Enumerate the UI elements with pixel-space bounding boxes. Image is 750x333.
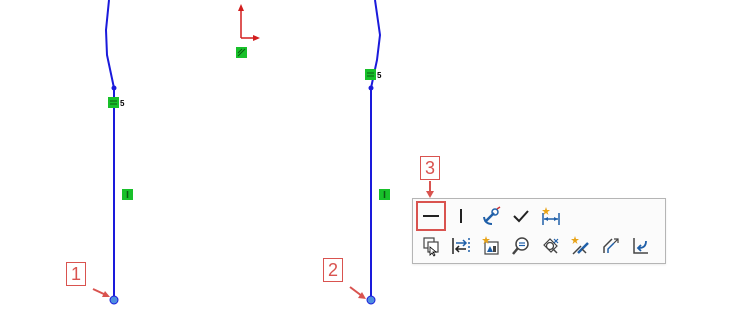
vertical-relation-icon [460,209,462,223]
accept-check-icon [513,210,529,223]
sketch-fillet-icon [571,236,589,255]
sketch-canvas[interactable]: 5 5 [0,0,750,333]
callout-1-label: 1 [70,264,81,284]
callout-1-arrow [92,288,110,297]
zoom-to-selection-button[interactable] [508,233,534,259]
zoom-to-selection-icon [512,237,529,255]
copy-entities-button[interactable] [418,233,444,259]
callout-3-arrow [426,181,434,198]
callout-2: 2 [323,258,343,282]
display-delete-relations-button[interactable] [538,233,564,259]
toolbar-row-2 [418,233,658,259]
left-vertical-relation-icon[interactable] [122,189,133,200]
left-arc-segment[interactable] [104,0,115,89]
context-toolbar [412,198,666,264]
callout-3-label: 3 [424,158,435,178]
horizontal-relation-button[interactable] [416,201,446,231]
offset-entities-icon [603,238,619,253]
fix-anchor-icon [483,206,501,225]
right-vertical-relation-icon[interactable] [379,189,390,200]
exit-sketch-icon [633,238,648,254]
fix-anchor-button[interactable] [478,203,504,229]
callout-2-label: 2 [327,260,338,280]
convert-entities-button[interactable] [448,233,474,259]
left-arc-endpoint[interactable] [111,85,117,91]
sketch-fillet-button[interactable] [568,233,594,259]
callout-3: 3 [420,156,440,180]
right-tangent-suffix: 5 [377,71,382,80]
origin-fixed-relation-icon[interactable] [236,47,247,58]
smart-dimension-icon [542,207,560,225]
smart-dimension-button[interactable] [538,203,564,229]
right-tangent-relation-icon[interactable]: 5 [365,69,382,80]
accept-button[interactable] [508,203,534,229]
callout-2-arrow [349,286,366,299]
callout-1: 1 [66,262,86,286]
vertical-relation-button[interactable] [448,203,474,229]
right-arc-endpoint[interactable] [368,85,374,91]
display-delete-relations-icon [543,238,559,254]
horizontal-relation-icon [423,215,439,217]
copy-entities-icon [423,237,439,257]
toolbar-row-1 [416,201,568,231]
add-relation-image-icon [482,236,499,255]
left-tangent-relation-icon[interactable]: 5 [108,97,125,108]
convert-entities-icon [452,238,470,254]
origin-icon [238,4,260,41]
right-line-endpoint[interactable] [366,295,376,305]
left-line-endpoint[interactable] [109,295,119,305]
exit-sketch-button[interactable] [628,233,654,259]
left-tangent-suffix: 5 [120,99,125,108]
sketch-picture-button[interactable] [478,233,504,259]
offset-entities-button[interactable] [598,233,624,259]
